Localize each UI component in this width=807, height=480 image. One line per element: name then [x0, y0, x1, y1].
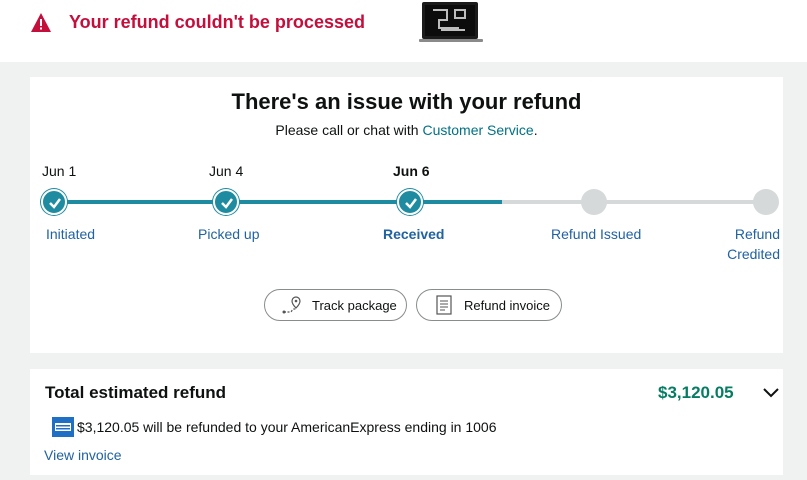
step-dot-refund-issued	[581, 189, 607, 215]
step-label-picked-up: Picked up	[198, 226, 260, 242]
status-subtitle-end: .	[533, 122, 538, 138]
warning-triangle-icon	[31, 13, 51, 32]
step-label-initiated: Initiated	[46, 226, 96, 242]
check-icon	[405, 198, 417, 209]
step-label-refund-credited-line1: Refund	[734, 226, 780, 242]
step-date-received: Jun 6	[393, 163, 430, 179]
step-dot-received	[397, 189, 423, 215]
alert-bar: Your refund couldn't be processed	[0, 0, 807, 62]
step-label-refund-credited-line2: Credited	[727, 246, 780, 262]
progress-track-pending	[502, 200, 766, 204]
step-date-initiated: Jun 1	[42, 163, 77, 179]
refund-amount: $3,120.05	[658, 383, 734, 402]
invoice-document-icon	[436, 295, 452, 315]
refund-summary-card: Total estimated refund $3,120.05 $3,120.…	[30, 369, 783, 475]
check-icon	[221, 198, 233, 209]
refund-title: Total estimated refund	[45, 383, 227, 402]
track-package-button[interactable]: Track package	[264, 289, 407, 321]
track-package-label: Track package	[312, 297, 397, 313]
alert-title: Your refund couldn't be processed	[69, 12, 365, 32]
step-dot-initiated	[41, 189, 67, 215]
step-date-picked-up: Jun 4	[209, 163, 244, 179]
refund-invoice-label: Refund invoice	[464, 297, 550, 313]
status-subtitle-text: Please call or chat with	[275, 122, 423, 138]
refund-description: $3,120.05 will be refunded to your Ameri…	[77, 419, 497, 435]
step-label-refund-issued: Refund Issued	[551, 226, 642, 242]
amex-card-icon	[52, 417, 74, 437]
status-subtitle: Please call or chat with Customer Servic…	[30, 122, 783, 138]
step-dot-refund-credited	[753, 189, 779, 215]
check-icon	[49, 198, 61, 209]
refund-invoice-button[interactable]: Refund invoice	[416, 289, 562, 321]
step-label-received: Received	[383, 226, 445, 242]
customer-service-link[interactable]: Customer Service	[422, 122, 533, 138]
route-pin-icon	[282, 296, 301, 314]
status-title: There's an issue with your refund	[231, 89, 582, 114]
step-dot-picked-up	[213, 189, 239, 215]
chevron-down-icon[interactable]	[762, 386, 780, 400]
laptop-thumbnail-icon[interactable]	[419, 2, 483, 42]
view-invoice-link[interactable]: View invoice	[44, 447, 122, 463]
progress-track-done	[55, 200, 502, 204]
step-label-refund-credited: Refund Credited	[724, 224, 780, 264]
refund-status-card: There's an issue with your refund Please…	[30, 77, 783, 353]
